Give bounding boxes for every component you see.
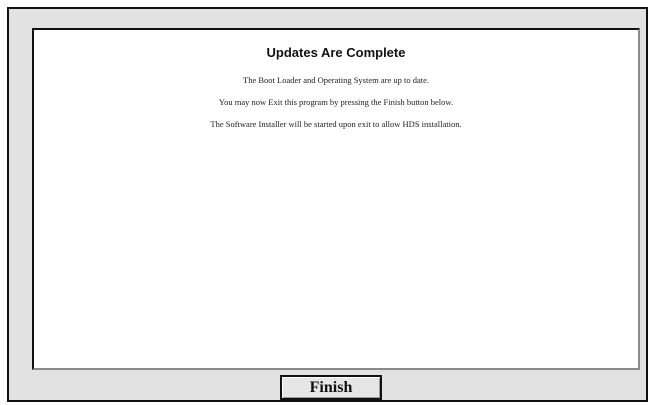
page-title: Updates Are Complete [266, 45, 406, 60]
installer-window: Updates Are Complete The Boot Loader and… [7, 7, 648, 402]
info-message-installer: The Software Installer will be started u… [210, 119, 462, 129]
instruction-message-exit: You may now Exit this program by pressin… [218, 97, 454, 107]
status-message-bootloader: The Boot Loader and Operating System are… [243, 75, 429, 85]
finish-button[interactable]: Finish [280, 375, 382, 400]
message-panel: Updates Are Complete The Boot Loader and… [32, 28, 640, 370]
